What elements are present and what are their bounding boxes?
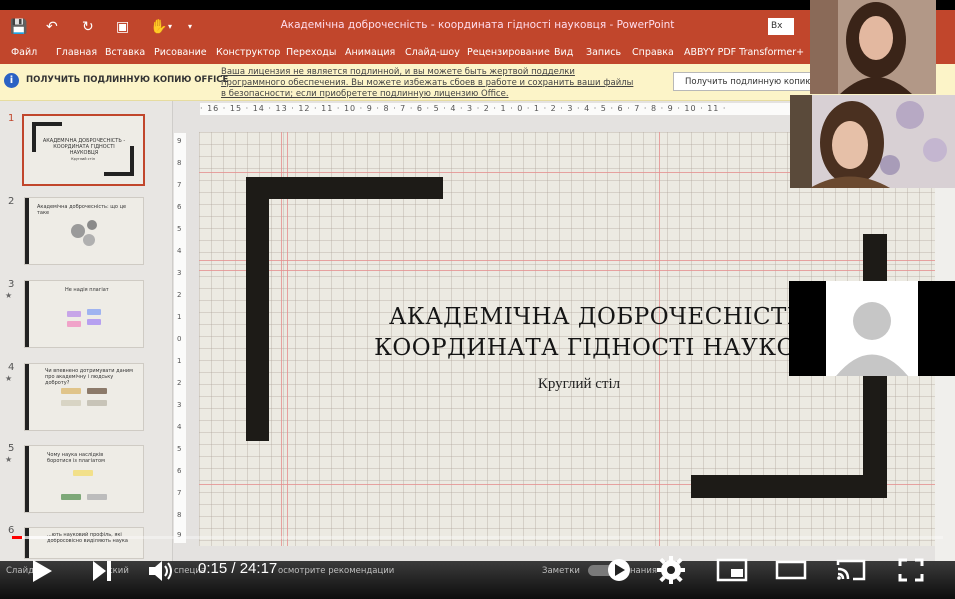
thumbnail-title: Академічна доброчесність: що це таке [37, 204, 127, 216]
tab-help[interactable]: Справка [632, 47, 674, 58]
slide-thumbnail-3[interactable]: Не надія плагіат [24, 280, 144, 348]
status-comments[interactable]: нания [630, 566, 657, 576]
time-current: 0:15 [198, 560, 228, 577]
thumbnail-number: 2 [8, 196, 15, 207]
animation-star-icon: ★ [5, 374, 13, 383]
tab-abbyy[interactable]: ABBYY PDF Transformer+ [684, 47, 804, 58]
participant-video [790, 95, 955, 188]
webcam-participant-2 [790, 95, 955, 188]
tab-transitions[interactable]: Переходы [286, 47, 336, 58]
login-button[interactable]: Вх [768, 18, 794, 35]
slide-subtitle[interactable]: Круглий стіл [479, 376, 679, 393]
tab-review[interactable]: Рецензирование [467, 47, 550, 58]
cast-icon[interactable] [835, 557, 867, 583]
next-icon[interactable] [90, 558, 114, 584]
webcam-participant-3 [789, 281, 955, 376]
thumbnail-number: 6 [8, 525, 15, 536]
thumbnail-number: 4 [8, 362, 15, 373]
animation-star-icon: ★ [5, 455, 13, 464]
status-bar [0, 561, 955, 599]
slide-thumbnail-2[interactable]: Академічна доброчесність: що це таке [24, 197, 144, 265]
status-recommendations: осмотрите рекомендации [278, 566, 395, 576]
thumbnail-title: Чому наука наслідків боротися із плагіат… [47, 452, 105, 464]
settings-gear-icon[interactable] [657, 556, 685, 584]
miniplayer-icon[interactable] [716, 558, 748, 582]
participant-video [810, 0, 936, 94]
warning-title: ПОЛУЧИТЬ ПОДЛИННУЮ КОПИЮ OFFICE [26, 75, 229, 85]
tab-animations[interactable]: Анимация [345, 47, 395, 58]
slide-thumbnail-6[interactable]: ...ють науковий профіль, які добросовісн… [24, 527, 144, 559]
autoplay-toggle-icon[interactable] [586, 557, 632, 583]
guide-line[interactable] [199, 270, 935, 271]
slide-thumbnail-1[interactable]: АКАДЕМІЧНА ДОБРОЧЕСНІСТЬ - КООРДИНАТА ГІ… [22, 114, 145, 186]
vertical-ruler: 9 8 7 6 5 4 3 2 1 0 1 2 3 4 5 6 7 8 9 [174, 133, 186, 543]
tab-home[interactable]: Главная [56, 47, 97, 58]
time-separator: / [227, 560, 240, 577]
theater-mode-icon[interactable] [775, 558, 807, 582]
bracket-top-left-horizontal [246, 177, 443, 199]
thumbnail-title: АКАДЕМІЧНА ДОБРОЧЕСНІСТЬ - КООРДИНАТА ГІ… [42, 138, 126, 156]
status-notes[interactable]: Заметки [542, 566, 580, 576]
avatar [826, 281, 918, 376]
bracket-top-left-vertical [246, 177, 269, 441]
bracket-bottom-right-horizontal [691, 475, 887, 498]
warning-message-link[interactable]: Ваша лицензия не является подлинной, и в… [221, 67, 641, 100]
time-display: 0:15 / 24:17 [198, 560, 277, 577]
volume-icon[interactable] [147, 558, 175, 584]
tab-file[interactable]: Файл [11, 47, 37, 58]
guide-line[interactable] [199, 260, 935, 261]
thumbnail-number: 5 [8, 443, 15, 454]
get-genuine-button[interactable]: Получить подлинную копию [673, 72, 813, 91]
tab-draw[interactable]: Рисование [154, 47, 207, 58]
tab-design[interactable]: Конструктор [216, 47, 280, 58]
thumbnail-title: Чи впевнено дотримувати даним про академ… [45, 368, 133, 386]
thumbnail-number: 3 [8, 279, 15, 290]
webcam-participant-1 [810, 0, 936, 94]
progress-track[interactable] [12, 536, 943, 539]
tab-record[interactable]: Запись [586, 47, 621, 58]
info-icon: i [4, 73, 19, 88]
progress-played [12, 536, 22, 539]
thumbnail-title: Не надія плагіат [65, 287, 109, 293]
tab-slideshow[interactable]: Слайд-шоу [405, 47, 460, 58]
fullscreen-icon[interactable] [897, 557, 925, 583]
thumbnail-number: 1 [8, 113, 15, 124]
play-icon[interactable] [30, 558, 54, 584]
tab-insert[interactable]: Вставка [105, 47, 145, 58]
progress-buffer [20, 536, 56, 539]
time-total: 24:17 [239, 560, 278, 577]
user-placeholder-icon [836, 302, 908, 376]
horizontal-ruler: · 16 · 15 · 14 · 13 · 12 · 11 · 10 · 9 ·… [200, 103, 790, 115]
slide-thumbnail-5[interactable]: Чому наука наслідків боротися із плагіат… [24, 445, 144, 513]
tab-view[interactable]: Вид [554, 47, 573, 58]
slide-thumbnail-4[interactable]: Чи впевнено дотримувати даним про академ… [24, 363, 144, 431]
thumbnail-subtitle: Круглий стіл [71, 157, 95, 161]
animation-star-icon: ★ [5, 291, 13, 300]
